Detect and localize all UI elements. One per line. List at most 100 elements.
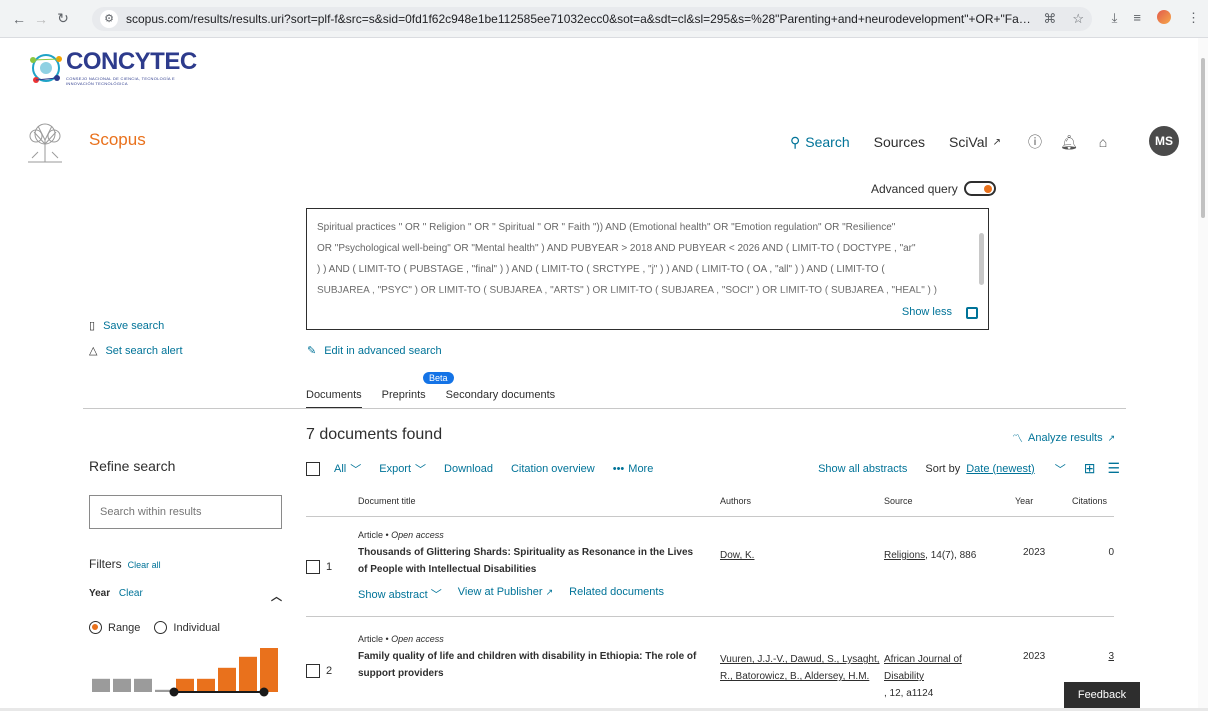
notification-bell-icon[interactable]: 🔔︎	[1059, 132, 1079, 152]
site-info-icon[interactable]: ⚙	[100, 10, 118, 28]
url-text[interactable]: scopus.com/results/results.uri?sort=plf-…	[126, 12, 1035, 26]
histogram-bar[interactable]	[113, 678, 131, 692]
row-checkbox[interactable]	[306, 560, 320, 574]
access-type: Open access	[391, 530, 444, 540]
nav-search[interactable]: ⚲ Search	[790, 134, 850, 151]
address-bar[interactable]: ⚙ scopus.com/results/results.uri?sort=pl…	[92, 7, 1092, 31]
year-clear-link[interactable]: Clear	[119, 588, 143, 599]
analyze-results-link[interactable]: 〽 Analyze results ↗	[1012, 430, 1115, 446]
year-histogram[interactable]	[92, 644, 282, 700]
histogram-bar[interactable]	[239, 656, 257, 692]
help-icon[interactable]: ⓘ	[1025, 132, 1045, 152]
histogram-bar[interactable]	[176, 678, 194, 692]
advanced-query-textbox[interactable]: Spiritual practices " OR " Religion " OR…	[306, 208, 989, 330]
source-cell: African Journal of Disability , 12, a1124	[884, 651, 994, 702]
edit-advanced-search-link[interactable]: ✎ Edit in advanced search	[307, 344, 442, 358]
list-view-icon[interactable]: ☰	[1107, 460, 1120, 477]
elsevier-logo[interactable]	[24, 122, 66, 164]
sort-value[interactable]: Date (newest)	[966, 463, 1034, 475]
external-link-icon: ↗	[992, 136, 1002, 148]
histogram-bar[interactable]	[260, 648, 278, 692]
bookmark-star-icon[interactable]: ☆	[1072, 11, 1084, 27]
nav-search-label: Search	[805, 134, 850, 150]
tabs-divider	[83, 408, 1126, 409]
reload-icon[interactable]: ↻	[52, 10, 74, 27]
download-button[interactable]: Download	[444, 463, 493, 475]
search-within-input[interactable]	[89, 495, 282, 529]
clear-all-link[interactable]: Clear all	[128, 560, 161, 570]
all-dropdown[interactable]: All ﹀	[334, 461, 361, 477]
more-button[interactable]: ••• More	[613, 463, 654, 475]
bookmark-icon: ▯	[89, 320, 96, 332]
feedback-button[interactable]: Feedback	[1064, 682, 1140, 708]
view-at-publisher-link[interactable]: View at Publisher ↗	[458, 586, 553, 602]
citation-overview-button[interactable]: Citation overview	[511, 463, 595, 475]
doc-type: Article	[358, 634, 384, 644]
tab-preprints[interactable]: Preprints	[382, 389, 426, 409]
set-alert-label: Set search alert	[105, 344, 183, 357]
header-source[interactable]: Source	[884, 496, 913, 506]
query-scrollbar[interactable]	[979, 233, 984, 285]
tab-documents[interactable]: Documents	[306, 389, 362, 409]
concytec-tagline: CONSEJO NACIONAL DE CIENCIA, TECNOLOGÍA …	[66, 76, 175, 86]
export-label: Export	[379, 462, 412, 475]
individual-label: Individual	[173, 621, 220, 634]
range-radio[interactable]: Range	[89, 621, 140, 634]
nav-scival[interactable]: SciVal ↗	[949, 134, 1001, 150]
document-title-link[interactable]: Family quality of life and children with…	[358, 648, 698, 682]
download-icon[interactable]: ⤓	[1112, 10, 1118, 26]
query-line: Spiritual practices " OR " Religion " OR…	[317, 222, 896, 233]
header-document-title[interactable]: Document title	[358, 496, 416, 506]
forward-icon[interactable]: →	[30, 11, 52, 27]
window-scrollbar[interactable]	[1198, 38, 1208, 711]
tab-search-icon[interactable]: ≡	[1133, 10, 1141, 26]
related-documents-link[interactable]: Related documents	[569, 586, 664, 602]
trend-icon: 〽	[1012, 433, 1023, 445]
author-link[interactable]: Dow, K.	[720, 547, 880, 564]
histogram-bar[interactable]	[218, 667, 236, 692]
select-all-checkbox[interactable]	[306, 461, 320, 476]
source-link[interactable]: African Journal of Disability	[884, 651, 994, 685]
back-icon[interactable]: ←	[8, 11, 30, 27]
chevron-up-icon[interactable]: ︿	[271, 588, 282, 604]
translate-icon[interactable]: ⌘	[1043, 11, 1056, 27]
histogram-bar[interactable]	[197, 678, 215, 692]
range-slider-handle[interactable]	[259, 687, 269, 697]
concytec-logo[interactable]: CONCYTEC CONSEJO NACIONAL DE CIENCIA, TE…	[26, 48, 197, 88]
show-all-abstracts-button[interactable]: Show all abstracts	[818, 463, 907, 475]
row-checkbox[interactable]	[306, 664, 320, 678]
save-search-button[interactable]: ▯ Save search	[89, 319, 183, 333]
set-alert-button[interactable]: △ Set search alert	[89, 344, 183, 358]
browser-menu-icon[interactable]: ⋮	[1187, 10, 1200, 26]
advanced-query-toggle[interactable]	[963, 181, 996, 196]
institution-icon[interactable]: ⌂	[1093, 132, 1113, 152]
year-label: Year	[89, 588, 111, 599]
individual-radio[interactable]: Individual	[154, 621, 220, 634]
query-line: ) ) AND ( LIMIT-TO ( PUBSTAGE , "final" …	[317, 264, 885, 275]
user-avatar[interactable]: MS	[1149, 126, 1179, 156]
table-view-icon[interactable]: ⊞	[1084, 460, 1096, 477]
sort-by-control[interactable]: Sort by Date (newest) ﹀	[925, 461, 1065, 477]
scopus-logo[interactable]: Scopus	[89, 130, 146, 150]
external-link-icon: ↗	[545, 587, 554, 597]
document-title-link[interactable]: Thousands of Glittering Shards: Spiritua…	[358, 544, 698, 578]
source-link[interactable]: Religions	[884, 550, 925, 561]
header-year[interactable]: Year	[1015, 496, 1033, 506]
export-dropdown[interactable]: Export ﹀	[379, 461, 426, 477]
author-link[interactable]: Vuuren, J.J.-V., Dawud, S., Lysaght, R.,…	[720, 651, 880, 685]
tab-secondary-documents[interactable]: Secondary documents	[446, 389, 555, 409]
show-abstract-button[interactable]: Show abstract ﹀	[358, 586, 442, 602]
range-slider-handle[interactable]	[169, 687, 179, 697]
year-cell: 2023	[1023, 651, 1046, 662]
extension-icon[interactable]	[1157, 10, 1171, 24]
copy-query-icon[interactable]	[966, 306, 978, 319]
header-citations[interactable]: Citations	[1072, 496, 1107, 506]
histogram-bar[interactable]	[134, 678, 152, 692]
show-less-link[interactable]: Show less	[902, 302, 952, 323]
header-authors[interactable]: Authors	[720, 496, 751, 506]
edit-advanced-label: Edit in advanced search	[324, 344, 442, 357]
access-type: Open access	[391, 634, 444, 644]
nav-sources[interactable]: Sources	[874, 134, 925, 150]
histogram-bar[interactable]	[92, 678, 110, 692]
citations-cell[interactable]: 3	[1066, 651, 1114, 662]
